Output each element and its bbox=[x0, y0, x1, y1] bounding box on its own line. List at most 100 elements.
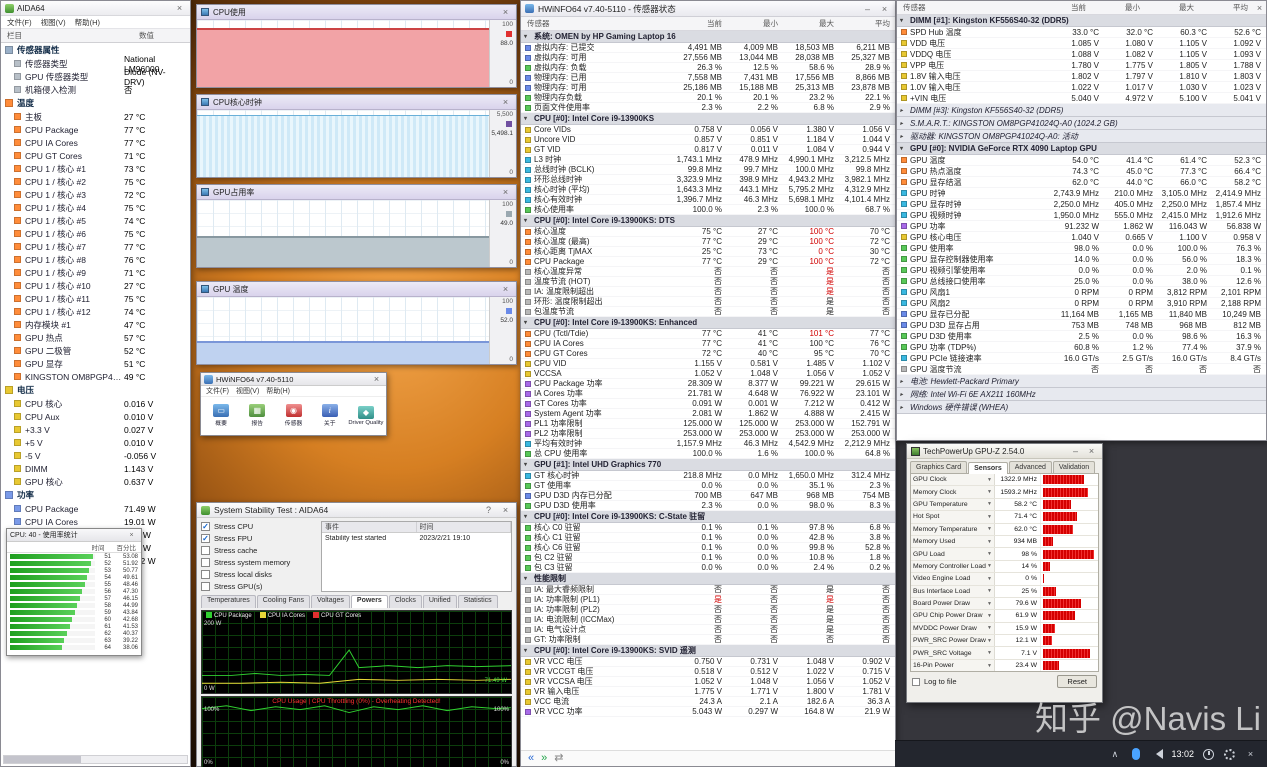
sensor-row[interactable]: GPU 使用率 98.0 % 0.0 % 100.0 % 76.3 % bbox=[897, 243, 1266, 254]
chevron-down-icon[interactable]: ▼ bbox=[987, 489, 992, 495]
volume-icon[interactable] bbox=[1150, 748, 1163, 761]
sensor-row[interactable]: CPU 1 / 核心 #11 75 °C bbox=[1, 292, 190, 305]
nav-icon[interactable]: ⇄ bbox=[554, 753, 563, 764]
stress-checkbox[interactable]: ✓ Stress CPU bbox=[201, 521, 317, 532]
expand-arrow-icon[interactable]: ▾ bbox=[524, 33, 531, 40]
stress-checkbox[interactable]: ✓ Stress FPU bbox=[201, 533, 317, 544]
alarm-clock-icon[interactable] bbox=[1202, 748, 1215, 761]
sensor-section-header[interactable]: ▸ 电池: Hewlett-Packard Primary bbox=[897, 375, 1266, 388]
tray-chevron-icon[interactable]: ∧ bbox=[1108, 748, 1121, 761]
col-maximum[interactable]: 最大 bbox=[783, 18, 839, 29]
menu-item[interactable]: 文件(F) bbox=[206, 386, 229, 396]
sensor-row[interactable]: GPU 显存 51 °C bbox=[1, 357, 190, 370]
sensor-row[interactable]: Core VIDs 0.758 V 0.056 V 1.380 V 1.056 … bbox=[521, 125, 895, 135]
sensor-row[interactable]: GPU 视频引擎使用率 0.0 % 0.0 % 2.0 % 0.1 % bbox=[897, 265, 1266, 276]
sensor-row[interactable]: CPU 1 / 核心 #3 72 °C bbox=[1, 188, 190, 201]
sensor-row[interactable]: CPU IA Cores 77 °C 41 °C 100 °C 76 °C bbox=[521, 339, 895, 349]
chevron-down-icon[interactable]: ▼ bbox=[987, 551, 992, 557]
expand-arrow-icon[interactable]: ▾ bbox=[524, 319, 531, 326]
expand-arrow-icon[interactable]: ▸ bbox=[900, 378, 907, 385]
graph-titlebar[interactable]: CPU使用 × bbox=[197, 5, 516, 20]
sensor-row[interactable]: GT: 功率限制 否 否 否 否 bbox=[521, 635, 895, 645]
expand-arrow-icon[interactable]: ▸ bbox=[900, 391, 907, 398]
tab[interactable]: Voltages bbox=[311, 595, 350, 608]
sensor-row[interactable]: CPU 1 / 核心 #8 76 °C bbox=[1, 253, 190, 266]
sensor-row[interactable]: GPU 功率 91.232 W 1.862 W 116.043 W 56.838… bbox=[897, 221, 1266, 232]
tray-close-icon[interactable]: × bbox=[1244, 748, 1257, 761]
log-to-file-checkbox[interactable] bbox=[912, 677, 920, 686]
sensor-section-header[interactable]: ▾ DIMM [#1]: Kingston KF556S40-32 (DDR5) bbox=[897, 15, 1266, 27]
help-icon[interactable]: ? bbox=[482, 505, 495, 515]
gpuz-sensor-row[interactable]: PWR_SRC Voltage ▼ 7.1 V bbox=[911, 647, 1098, 660]
chevron-down-icon[interactable]: ▼ bbox=[987, 563, 992, 569]
sensor-row[interactable]: GPU 核心 0.637 V bbox=[1, 475, 190, 488]
sensor-name-cell[interactable]: GPU Clock ▼ bbox=[911, 474, 995, 486]
aida64-titlebar[interactable]: AIDA64 × bbox=[1, 1, 190, 16]
sensor-row[interactable]: CPU IA Cores 19.01 W bbox=[1, 515, 190, 528]
sensor-row[interactable]: 核心使用率 100.0 % 2.3 % 100.0 % 68.7 % bbox=[521, 205, 895, 215]
sensor-row[interactable]: GPU 风扇1 0 RPM 0 RPM 3,812 RPM 2,101 RPM bbox=[897, 287, 1266, 298]
sensor-row[interactable]: CPU 1 / 核心 #10 27 °C bbox=[1, 279, 190, 292]
sensor-row[interactable]: CPU Aux 0.010 V bbox=[1, 410, 190, 423]
nav-icon[interactable]: » bbox=[541, 753, 547, 764]
sensor-group-header[interactable]: 电压 bbox=[1, 383, 190, 397]
sensor-row[interactable]: CPU 1 / 核心 #1 73 °C bbox=[1, 162, 190, 175]
chevron-down-icon[interactable]: ▼ bbox=[987, 477, 992, 483]
sensor-row[interactable]: CPU 1 / 核心 #2 75 °C bbox=[1, 175, 190, 188]
sensor-section-header[interactable]: ▾ GPU [#0]: NVIDIA GeForce RTX 4090 Lapt… bbox=[897, 143, 1266, 155]
expand-arrow-icon[interactable]: ▸ bbox=[900, 404, 907, 411]
checkbox-icon[interactable] bbox=[201, 558, 210, 567]
settings-gear-icon[interactable] bbox=[1223, 748, 1236, 761]
chevron-down-icon[interactable]: ▼ bbox=[987, 514, 992, 520]
sensor-name-cell[interactable]: Memory Temperature ▼ bbox=[911, 523, 995, 535]
close-icon[interactable]: × bbox=[499, 187, 512, 197]
mouse-icon[interactable] bbox=[1129, 748, 1142, 761]
menu-item[interactable]: 视图(V) bbox=[41, 17, 66, 28]
sensor-row[interactable]: GPU 显存时钟 2,250.0 MHz 405.0 MHz 2,250.0 M… bbox=[897, 199, 1266, 210]
gpuz-sensor-row[interactable]: Memory Temperature ▼ 62.0 °C bbox=[911, 523, 1098, 536]
chevron-down-icon[interactable]: ▼ bbox=[987, 588, 992, 594]
nav-icon[interactable]: « bbox=[528, 753, 534, 764]
chevron-down-icon[interactable]: ▼ bbox=[987, 650, 992, 656]
sensor-section-header[interactable]: ▸ 网络: Intel Wi-Fi 6E AX211 160MHz bbox=[897, 388, 1266, 401]
sensor-row[interactable]: CPU 1 / 核心 #4 75 °C bbox=[1, 201, 190, 214]
sensor-row[interactable]: CPU 1 / 核心 #6 75 °C bbox=[1, 227, 190, 240]
chevron-down-icon[interactable]: ▼ bbox=[987, 638, 992, 644]
sensor-row[interactable]: GPU 功率 (TDP%) 60.8 % 1.2 % 77.4 % 37.9 % bbox=[897, 342, 1266, 353]
sensor-row[interactable]: 包温度节流 否 否 是 否 bbox=[521, 307, 895, 317]
sensor-row[interactable]: GPU 热点 57 °C bbox=[1, 331, 190, 344]
toolbar-button[interactable]: ◉ 传感器 bbox=[275, 404, 311, 427]
stress-checkbox[interactable]: Stress system memory bbox=[201, 557, 317, 568]
sensor-name-cell[interactable]: GPU Chip Power Draw ▼ bbox=[911, 610, 995, 622]
sensor-row[interactable]: 主板 27 °C bbox=[1, 110, 190, 123]
sensor-section-header[interactable]: ▾ CPU [#0]: Intel Core i9-13900KS bbox=[521, 113, 895, 125]
expand-arrow-icon[interactable]: ▾ bbox=[524, 513, 531, 520]
sensor-row[interactable]: GPU 显存控制器使用率 14.0 % 0.0 % 56.0 % 18.3 % bbox=[897, 254, 1266, 265]
sensor-row[interactable]: CPU 1 / 核心 #9 71 °C bbox=[1, 266, 190, 279]
sensor-row[interactable]: GPU 显存已分配 11,164 MB 1,165 MB 11,840 MB 1… bbox=[897, 309, 1266, 320]
toolbar-button[interactable]: ▦ 报告 bbox=[239, 404, 275, 427]
horizontal-scrollbar[interactable] bbox=[3, 755, 188, 764]
gpuz-sensor-row[interactable]: Memory Controller Load ▼ 14 % bbox=[911, 560, 1098, 574]
chevron-down-icon[interactable]: ▼ bbox=[987, 663, 992, 669]
sensor-row[interactable]: 内存模块 #1 47 °C bbox=[1, 318, 190, 331]
sensor-section-header[interactable]: ▸ S.M.A.R.T.: KINGSTON OM8PGP41024Q-A0 (… bbox=[897, 117, 1266, 130]
sensor-row[interactable]: CPU Package 77 °C bbox=[1, 123, 190, 136]
sensor-row[interactable]: 核心距离 TjMAX 25 °C 73 °C 0 °C 30 °C bbox=[521, 247, 895, 257]
minimize-icon[interactable]: – bbox=[1069, 446, 1082, 456]
close-icon[interactable]: × bbox=[878, 4, 891, 14]
col-current[interactable]: 当前 bbox=[671, 18, 727, 29]
tab[interactable]: Cooling Fans bbox=[256, 595, 311, 608]
log-row[interactable]: Stability test started 2023/2/21 19:10 bbox=[322, 533, 511, 544]
chevron-down-icon[interactable]: ▼ bbox=[987, 601, 992, 607]
reset-button[interactable]: Reset bbox=[1057, 675, 1097, 688]
sensor-name-cell[interactable]: GPU Load ▼ bbox=[911, 548, 995, 560]
sensor-row[interactable]: GPU 视频时钟 1,950.0 MHz 555.0 MHz 2,415.0 M… bbox=[897, 210, 1266, 221]
close-icon[interactable]: × bbox=[1085, 446, 1098, 456]
sensor-row[interactable]: +VIN 电压 5.040 V 4.972 V 5.100 V 5.041 V bbox=[897, 93, 1266, 104]
checkbox-icon[interactable] bbox=[201, 582, 210, 591]
sensor-row[interactable]: CPU IA Cores 77 °C bbox=[1, 136, 190, 149]
checkbox-icon[interactable]: ✓ bbox=[201, 522, 210, 531]
sensor-row[interactable]: 包 C3 驻留 0.0 % 0.0 % 2.4 % 0.2 % bbox=[521, 563, 895, 573]
sensor-row[interactable]: GPU D3D 使用率 2.3 % 0.0 % 98.0 % 8.3 % bbox=[521, 501, 895, 511]
